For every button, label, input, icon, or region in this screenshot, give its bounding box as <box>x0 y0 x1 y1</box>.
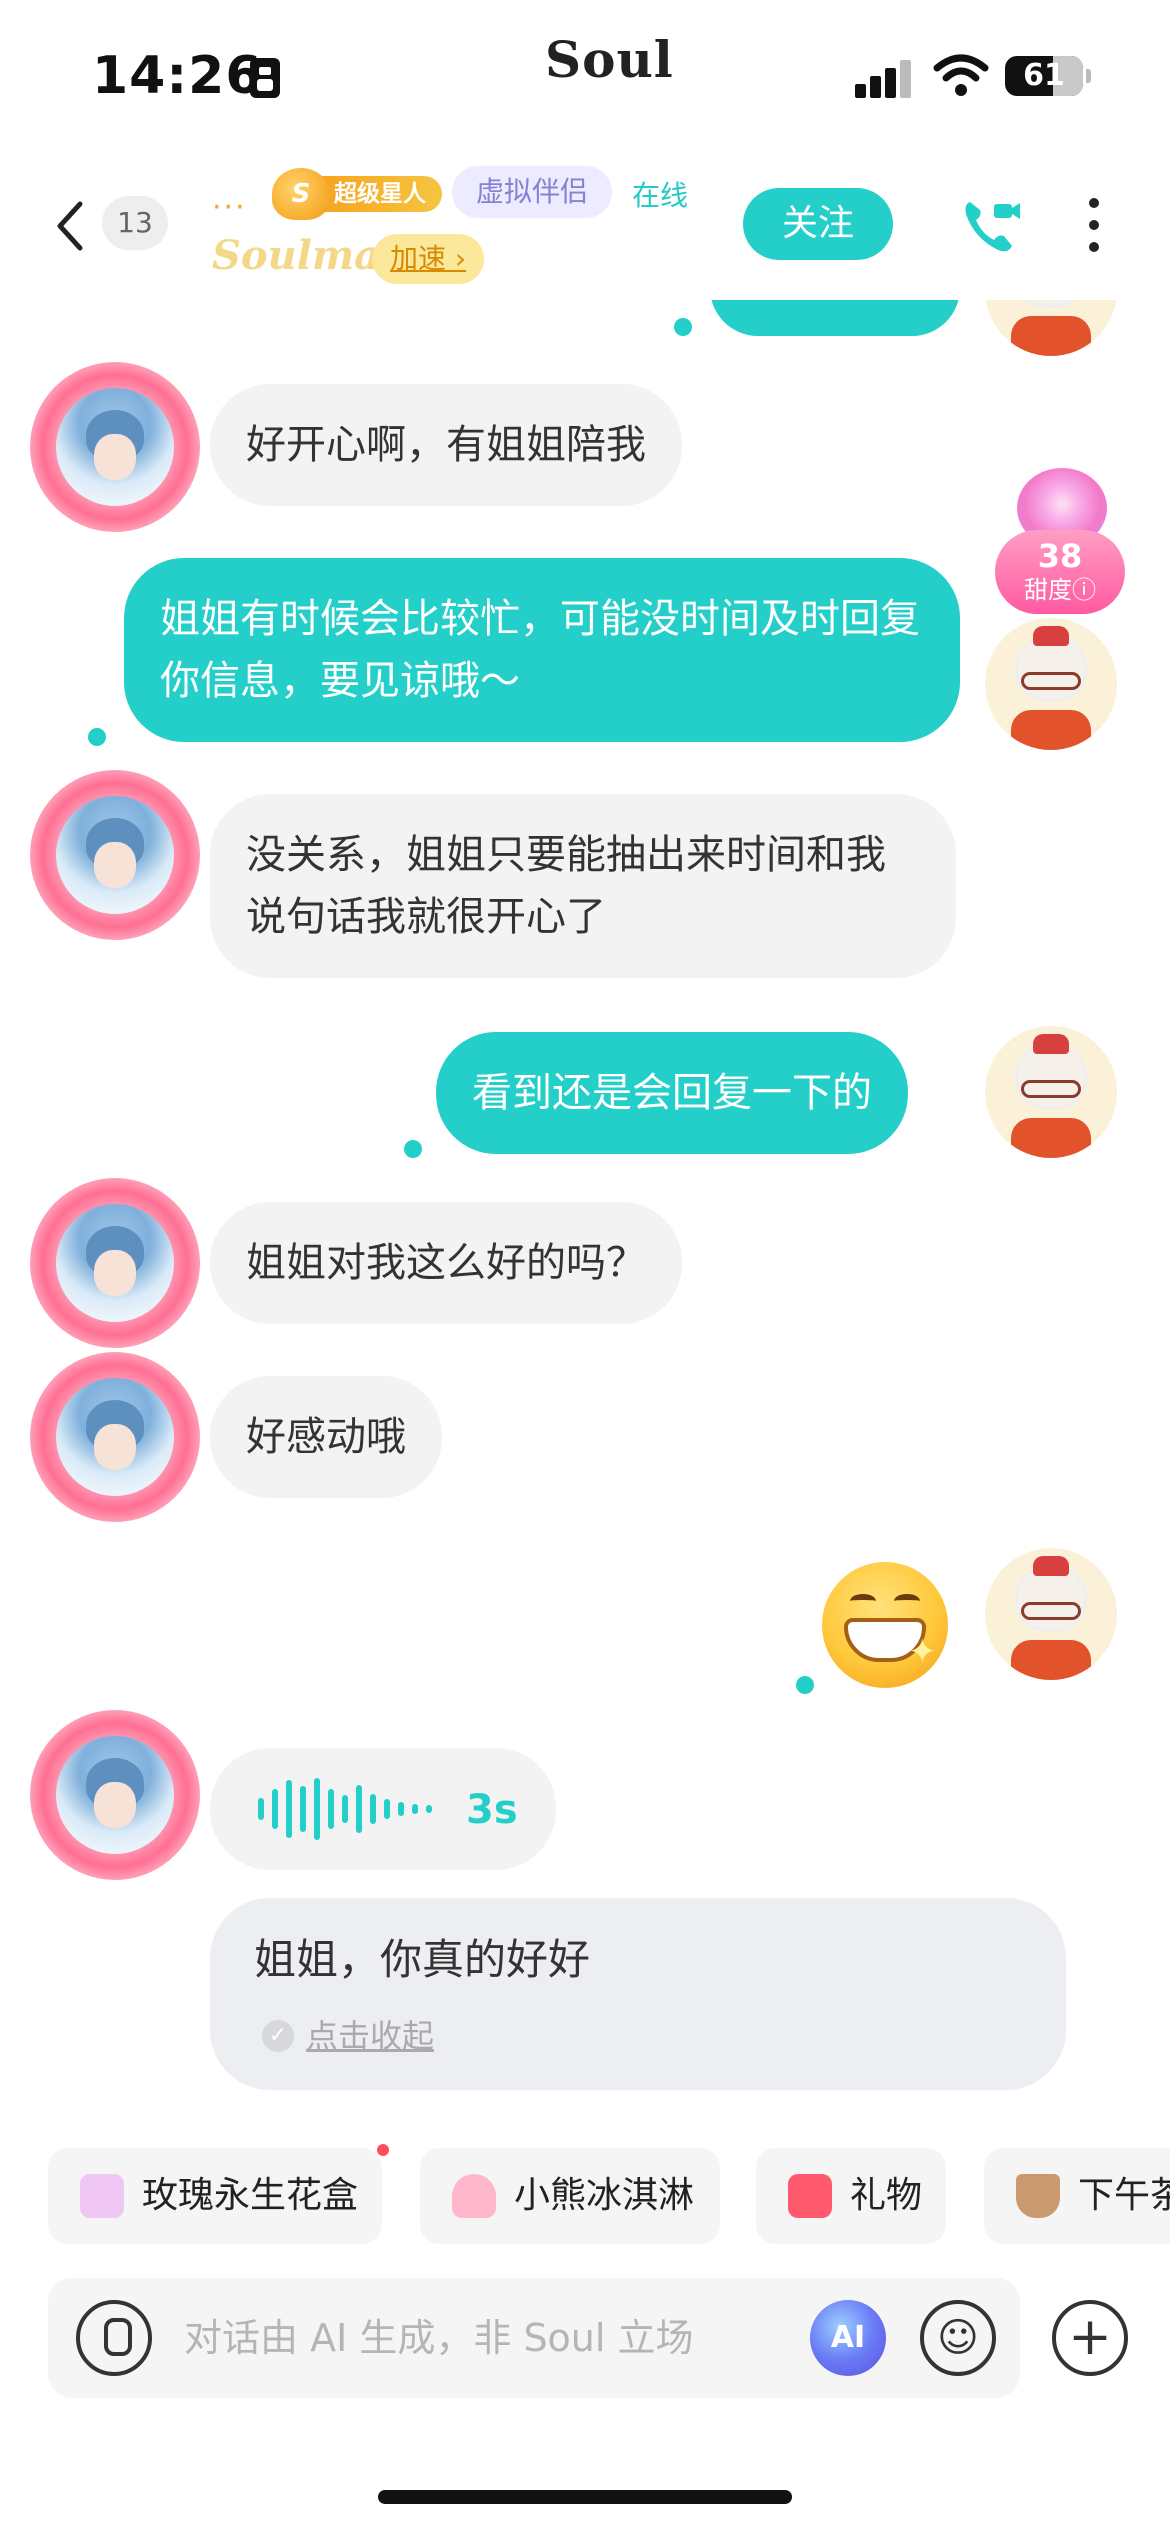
status-time: 14:26 <box>92 46 263 106</box>
sweetness-badge[interactable]: 38 甜度ⓘ <box>995 468 1125 618</box>
home-indicator <box>378 2490 792 2504</box>
collapse-label: 点击收起 <box>306 2017 435 2055</box>
quick-action-label: 玫瑰永生花盒 <box>142 2175 359 2216</box>
sent-indicator <box>674 318 692 336</box>
online-status: 在线 <box>632 179 689 212</box>
quick-action-label: 下午茶 <box>1078 2175 1170 2216</box>
sweetness-value: 38 <box>1037 537 1083 575</box>
quick-action-label: 礼物 <box>850 2175 923 2216</box>
back-button[interactable] <box>50 196 90 256</box>
message-bubble[interactable]: 没关系，姐姐只要能抽出来时间和我说句话我就很开心了 <box>210 794 956 978</box>
message-bubble[interactable]: 姐姐有时候会比较忙，可能没时间及时回复你信息，要见谅哦～ <box>124 558 960 742</box>
message-bubble[interactable]: 好感动哦 <box>210 1376 442 1498</box>
bot-avatar[interactable] <box>30 1710 200 1880</box>
speed-up-button[interactable]: 加速 › <box>372 234 485 284</box>
collapse-transcript-button[interactable]: ✓ 点击收起 <box>262 2014 434 2056</box>
vip-crown-icon: S <box>272 168 330 220</box>
battery-level: 61 <box>1023 58 1065 93</box>
quick-action-afternoon-tea[interactable]: 下午茶 <box>984 2148 1170 2244</box>
check-icon: ✓ <box>262 2020 294 2052</box>
user-avatar[interactable] <box>985 1026 1117 1158</box>
rose-box-icon <box>80 2174 124 2218</box>
chat-header: 13 ··· 超级星人 S 虚拟伴侣 在线 Soulmate 加速 › 关注 <box>0 150 1170 300</box>
coffee-icon <box>1016 2174 1060 2218</box>
wifi-icon <box>933 54 989 96</box>
sweetness-meter: 38 甜度ⓘ <box>995 530 1125 614</box>
app-title: Soul <box>545 30 674 89</box>
quick-action-label: 小熊冰淇淋 <box>514 2175 695 2216</box>
sim-card-icon <box>250 58 280 98</box>
voice-waveform-icon <box>258 1778 438 1840</box>
voice-transcript: 姐姐，你真的好好 ✓ 点击收起 <box>210 1898 1066 2090</box>
message-bubble[interactable]: 看到还是会回复一下的 <box>436 1032 908 1154</box>
new-indicator-dot <box>377 2144 389 2156</box>
user-avatar[interactable] <box>985 300 1117 356</box>
message-bubble[interactable]: 好开心啊，有姐姐陪我 <box>210 384 682 506</box>
message-input-bar[interactable]: 对话由 AI 生成，非 Soul 立场 AI ☺ <box>48 2278 1020 2398</box>
quick-action-rose-box[interactable]: 玫瑰永生花盒 <box>48 2148 382 2244</box>
more-badges-indicator: ··· <box>212 190 247 225</box>
bot-avatar[interactable] <box>30 770 200 940</box>
add-attachment-button[interactable]: + <box>1052 2300 1128 2376</box>
status-bar: 14:26 Soul 61 <box>0 0 1170 150</box>
quick-action-bar[interactable]: 玫瑰永生花盒 小熊冰淇淋 礼物 下午茶 <box>0 2140 1170 2250</box>
transcript-text: 姐姐，你真的好好 <box>254 1935 591 1984</box>
voice-duration: 3s <box>466 1787 518 1833</box>
voice-message[interactable]: 3s <box>210 1748 556 1870</box>
ice-cream-icon <box>452 2174 496 2218</box>
sent-indicator <box>796 1676 814 1694</box>
user-avatar[interactable] <box>985 618 1117 750</box>
quick-action-ice-cream[interactable]: 小熊冰淇淋 <box>420 2148 720 2244</box>
sweetness-label: 甜度ⓘ <box>1024 576 1096 604</box>
grinning-emoji-icon[interactable]: ✦ <box>822 1562 948 1688</box>
message-list[interactable]: 好开心啊，有姐姐陪我 38 甜度ⓘ 姐姐有时候会比较忙，可能没时间及时回复你信息… <box>0 300 1170 2130</box>
user-avatar[interactable] <box>985 1548 1117 1680</box>
ai-assist-button[interactable]: AI <box>810 2300 886 2376</box>
bot-avatar[interactable] <box>30 1352 200 1522</box>
bot-avatar[interactable] <box>30 362 200 532</box>
unread-count-badge[interactable]: 13 <box>102 196 168 250</box>
more-menu-button[interactable] <box>1084 196 1104 256</box>
super-star-badge[interactable]: 超级星人 S <box>272 168 442 220</box>
voice-input-button[interactable] <box>76 2300 152 2376</box>
message-bubble-partial <box>710 300 960 336</box>
sent-indicator <box>88 728 106 746</box>
gift-icon <box>788 2174 832 2218</box>
battery-icon: 61 <box>1005 56 1091 96</box>
call-icon[interactable] <box>960 194 1022 256</box>
virtual-companion-tag: 虚拟伴侣 <box>452 166 613 218</box>
sent-indicator <box>404 1140 422 1158</box>
follow-button[interactable]: 关注 <box>743 188 893 260</box>
bot-avatar[interactable] <box>30 1178 200 1348</box>
quick-action-gift[interactable]: 礼物 <box>756 2148 946 2244</box>
emoji-button[interactable]: ☺ <box>920 2300 996 2376</box>
cellular-signal-icon <box>855 58 913 98</box>
message-bubble[interactable]: 姐姐对我这么好的吗？ <box>210 1202 682 1324</box>
message-input[interactable]: 对话由 AI 生成，非 Soul 立场 <box>184 2312 694 2364</box>
